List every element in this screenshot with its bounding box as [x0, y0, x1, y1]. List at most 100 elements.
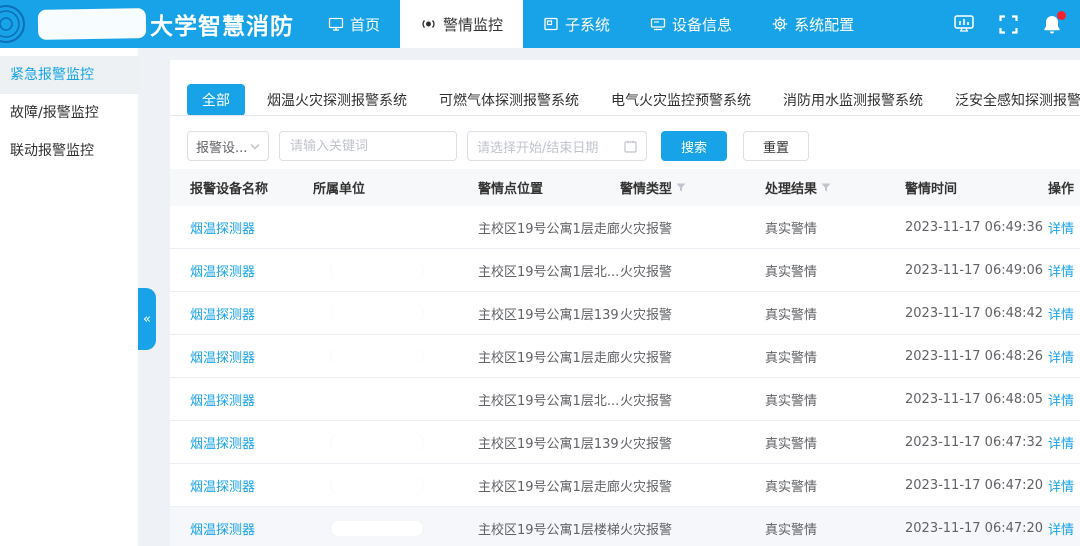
sidebar-item-linkage-alarm-monitoring[interactable]: 联动报警监控	[0, 132, 138, 170]
filter-bar: 报警设... 请选择开始/结束日期 搜索 重置	[187, 131, 1080, 161]
col-header-owner-unit: 所属单位	[313, 178, 478, 197]
device-name-link[interactable]: 烟温探测器	[190, 433, 255, 452]
handle-result-cell: 真实警情	[765, 218, 905, 237]
filter-funnel-icon[interactable]	[821, 183, 831, 192]
system-tab[interactable]: 全部	[187, 84, 245, 116]
app-title: 大学智慧消防	[150, 7, 294, 41]
device-name-link[interactable]: 烟温探测器	[190, 261, 255, 280]
redacted-unit-smudge	[331, 521, 423, 536]
system-tab[interactable]: 电气火灾监控预警系统	[611, 84, 751, 116]
device-name-link[interactable]: 烟温探测器	[190, 476, 255, 495]
main-nav: 首页 警情监控 子系统	[308, 0, 874, 48]
operations-cell: 详情 处理	[1048, 519, 1080, 538]
table-row[interactable]: 烟温探测器 主校区19号公寓1层139 火灾报警 真实警情 2023-11-17…	[170, 421, 1080, 464]
system-tab[interactable]: 可燃气体探测报警系统	[439, 84, 579, 116]
alarm-location-cell: 主校区19号公寓1层走廊4	[478, 218, 620, 237]
redacted-university-name	[38, 8, 147, 40]
sidebar-item-fault-alarm-monitoring[interactable]: 故障/报警监控	[0, 94, 138, 132]
alarm-time-cell: 2023-11-17 06:49:36	[905, 220, 1048, 235]
redacted-unit-smudge	[331, 435, 423, 450]
filter-funnel-icon[interactable]	[676, 183, 686, 192]
owner-unit-cell	[313, 478, 478, 493]
nav-item-label: 警情监控	[443, 14, 503, 35]
alarm-location-cell: 主校区19号公寓1层走廊4	[478, 476, 620, 495]
content-card: 全部烟温火灾探测报警系统可燃气体探测报警系统电气火灾监控预警系统消防用水监测报警…	[170, 60, 1080, 546]
dashboard-chart-icon[interactable]	[953, 14, 975, 34]
date-range-picker[interactable]: 请选择开始/结束日期	[467, 131, 647, 161]
owner-unit-cell	[313, 349, 478, 364]
nav-item-subsystems[interactable]: 子系统	[523, 0, 630, 48]
nav-item-alarm-monitoring[interactable]: 警情监控	[400, 0, 523, 48]
table-row[interactable]: 烟温探测器 主校区19号公寓1层北... 火灾报警 真实警情 2023-11-1…	[170, 378, 1080, 421]
detail-link[interactable]: 详情	[1048, 519, 1074, 538]
detail-link[interactable]: 详情	[1048, 347, 1074, 366]
device-info-icon	[650, 16, 666, 32]
table-row[interactable]: 烟温探测器 主校区19号公寓1层走廊4 火灾报警 真实警情 2023-11-17…	[170, 335, 1080, 378]
alarm-type-cell: 火灾报警	[620, 218, 765, 237]
handle-result-cell: 真实警情	[765, 476, 905, 495]
alarm-device-select[interactable]: 报警设...	[187, 131, 269, 161]
col-header-operations: 操作	[1048, 178, 1080, 197]
operations-cell: 详情 处理	[1048, 261, 1080, 280]
alarm-type-cell: 火灾报警	[620, 261, 765, 280]
nav-item-system-config[interactable]: 系统配置	[752, 0, 874, 48]
alarm-type-cell: 火灾报警	[620, 347, 765, 366]
reset-button[interactable]: 重置	[743, 131, 809, 161]
detail-link[interactable]: 详情	[1048, 433, 1074, 452]
nav-item-home[interactable]: 首页	[308, 0, 400, 48]
nav-item-device-info[interactable]: 设备信息	[630, 0, 752, 48]
select-value: 报警设...	[196, 137, 247, 156]
device-name-link[interactable]: 烟温探测器	[190, 390, 255, 409]
alarm-location-cell: 主校区19号公寓1层北...	[478, 390, 620, 409]
device-name-link[interactable]: 烟温探测器	[190, 304, 255, 323]
nav-item-label: 系统配置	[794, 14, 854, 35]
handle-result-cell: 真实警情	[765, 347, 905, 366]
table-row[interactable]: 烟温探测器 主校区19号公寓1层走廊4 火灾报警 真实警情 2023-11-17…	[170, 464, 1080, 507]
fullscreen-icon[interactable]	[999, 15, 1018, 34]
home-monitor-icon	[328, 16, 344, 32]
left-sidebar: 紧急报警监控 故障/报警监控 联动报警监控	[0, 48, 138, 546]
alarm-location-cell: 主校区19号公寓1层走廊4	[478, 347, 620, 366]
table-header-row: 报警设备名称 所属单位 警情点位置 警情类型 处理结果 警情时间 操作	[170, 169, 1080, 206]
page: 大学智慧消防 首页 警情监控	[0, 0, 1080, 546]
redacted-unit-smudge	[331, 306, 423, 321]
alarm-time-cell: 2023-11-17 06:48:05	[905, 392, 1048, 407]
detail-link[interactable]: 详情	[1048, 390, 1074, 409]
operations-cell: 详情 处理	[1048, 347, 1080, 366]
bell-icon[interactable]	[1042, 14, 1062, 35]
alarm-time-cell: 2023-11-17 06:48:42	[905, 306, 1048, 321]
detail-link[interactable]: 详情	[1048, 304, 1074, 323]
detail-link[interactable]: 详情	[1048, 261, 1074, 280]
system-tab[interactable]: 烟温火灾探测报警系统	[267, 84, 407, 116]
device-name-link[interactable]: 烟温探测器	[190, 218, 255, 237]
alarm-table: 报警设备名称 所属单位 警情点位置 警情类型 处理结果 警情时间 操作	[170, 169, 1080, 546]
keyword-search-field[interactable]	[279, 131, 457, 161]
sidebar-collapse-handle[interactable]: «	[138, 288, 156, 350]
device-name-link[interactable]: 烟温探测器	[190, 347, 255, 366]
redacted-unit-smudge	[331, 478, 423, 493]
search-button[interactable]: 搜索	[661, 131, 727, 161]
system-tab[interactable]: 泛安全感知探测报警系统	[955, 84, 1080, 116]
top-navbar: 大学智慧消防 首页 警情监控	[0, 0, 1080, 48]
table-row[interactable]: 烟温探测器 主校区19号公寓1层北... 火灾报警 真实警情 2023-11-1…	[170, 249, 1080, 292]
handle-result-cell: 真实警情	[765, 433, 905, 452]
handle-result-cell: 真实警情	[765, 390, 905, 409]
owner-unit-cell	[313, 306, 478, 321]
table-row[interactable]: 烟温探测器 主校区19号公寓1层走廊4 火灾报警 真实警情 2023-11-17…	[170, 206, 1080, 249]
table-row[interactable]: 烟温探测器 主校区19号公寓1层楼梯3 火灾报警 真实警情 2023-11-17…	[170, 507, 1080, 546]
operations-cell: 详情 处理	[1048, 218, 1080, 237]
system-tab[interactable]: 消防用水监测报警系统	[783, 84, 923, 116]
col-header-alarm-type: 警情类型	[620, 178, 765, 197]
detail-link[interactable]: 详情	[1048, 476, 1074, 495]
chevron-down-icon	[250, 143, 260, 150]
table-row[interactable]: 烟温探测器 主校区19号公寓1层139 火灾报警 真实警情 2023-11-17…	[170, 292, 1080, 335]
detail-link[interactable]: 详情	[1048, 218, 1074, 237]
alarm-type-cell: 火灾报警	[620, 433, 765, 452]
sidebar-item-emergency-alarm-monitoring[interactable]: 紧急报警监控	[0, 56, 138, 94]
device-name-link[interactable]: 烟温探测器	[190, 519, 255, 538]
notification-badge	[1057, 11, 1066, 20]
handle-result-cell: 真实警情	[765, 519, 905, 538]
alarm-type-cell: 火灾报警	[620, 390, 765, 409]
nav-spacer	[874, 0, 953, 48]
keyword-input[interactable]	[290, 139, 446, 154]
